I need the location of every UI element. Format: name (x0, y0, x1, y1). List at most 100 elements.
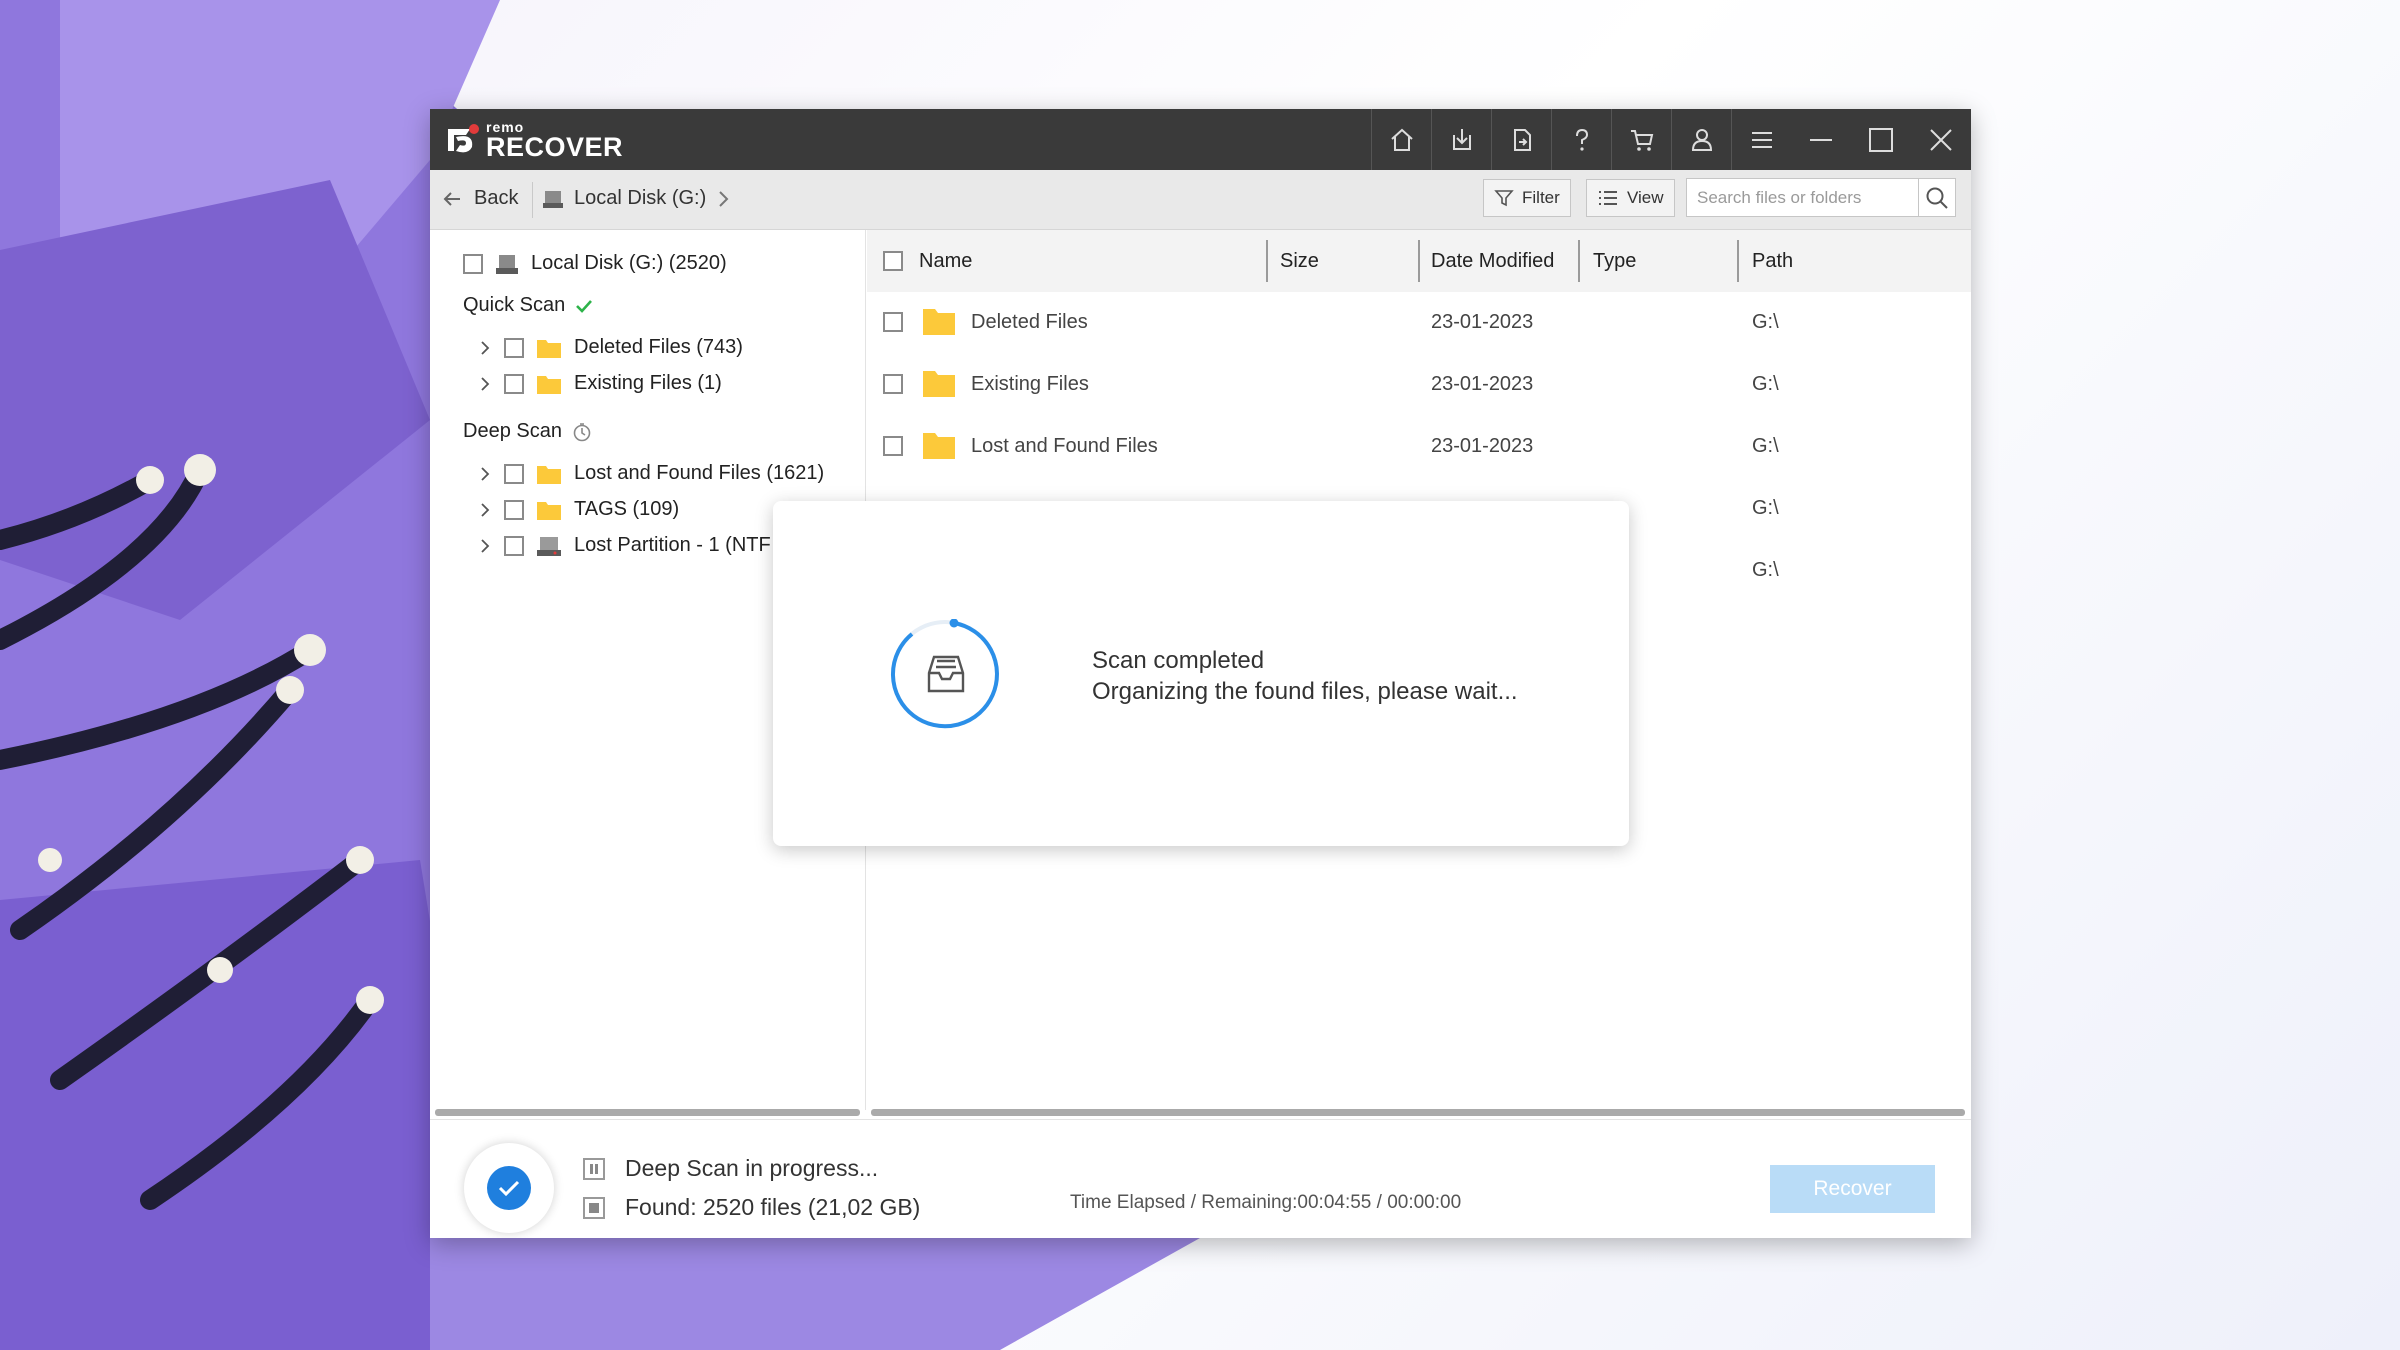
maximize-button[interactable] (1851, 109, 1911, 170)
column-type-label: Type (1593, 249, 1637, 272)
deep-scan-label: Deep Scan (463, 420, 562, 442)
app-logo: remo RECOVER (444, 117, 623, 163)
tree-item-tags[interactable]: TAGS (109) (474, 498, 679, 521)
close-button[interactable] (1911, 109, 1971, 170)
deep-scan-heading: Deep Scan (463, 420, 592, 443)
column-path-label: Path (1752, 249, 1794, 272)
cart-button[interactable] (1611, 109, 1671, 170)
column-divider[interactable] (1737, 240, 1739, 282)
found-value: 2520 files (21,02 GB) (703, 1194, 921, 1220)
tree-item-existing-files[interactable]: Existing Files (1) (474, 372, 722, 395)
chevron-right-icon (719, 190, 729, 207)
filter-icon (1494, 190, 1514, 207)
chevron-right-icon[interactable] (479, 502, 491, 518)
column-divider[interactable] (1418, 240, 1420, 282)
checkbox[interactable] (504, 499, 524, 520)
column-type[interactable]: Type (1593, 230, 1636, 292)
filter-button[interactable]: Filter (1483, 179, 1571, 217)
row-path: G:\ (1752, 558, 1779, 581)
breadcrumb-divider (532, 182, 533, 218)
search-input[interactable] (1695, 185, 1919, 211)
row-name: Existing Files (971, 372, 1089, 395)
folder-icon (537, 375, 561, 394)
row-name: Deleted Files (971, 310, 1088, 333)
dialog-title: Scan completed (1092, 647, 1265, 674)
checkbox[interactable] (463, 253, 483, 274)
checkbox[interactable] (504, 463, 524, 484)
home-button[interactable] (1371, 109, 1431, 170)
account-button[interactable] (1671, 109, 1731, 170)
chevron-right-icon[interactable] (479, 466, 491, 482)
minimize-icon (1810, 138, 1832, 141)
search-icon (1926, 187, 1948, 209)
tree-item-deleted-files[interactable]: Deleted Files (743) (474, 336, 743, 359)
table-header: Name Size Date Modified Type Path (867, 230, 1971, 292)
recover-button[interactable]: Recover (1770, 1165, 1935, 1213)
time-label: Time Elapsed / Remaining: (1070, 1192, 1298, 1213)
folder-icon (537, 501, 561, 520)
stop-icon (589, 1203, 599, 1213)
table-row[interactable]: Lost and Found Files 23-01-2023 G:\ (867, 415, 1971, 477)
tree-item-lost-partition[interactable]: Lost Partition - 1 (NTF (474, 534, 771, 557)
left-pane-scrollbar[interactable] (435, 1109, 860, 1116)
row-checkbox[interactable] (883, 436, 903, 456)
column-divider[interactable] (1266, 240, 1268, 282)
column-size[interactable]: Size (1280, 230, 1319, 292)
chevron-right-icon[interactable] (479, 538, 491, 554)
maximize-icon (1869, 127, 1893, 152)
row-date: 23-01-2023 (1431, 434, 1534, 457)
arrow-left-icon (443, 191, 460, 206)
back-button[interactable]: Back (442, 187, 518, 210)
save-session-button[interactable] (1431, 109, 1491, 170)
user-icon (1691, 128, 1712, 151)
checkbox[interactable] (504, 337, 524, 358)
chevron-right-icon[interactable] (479, 340, 491, 356)
chevron-right-icon[interactable] (479, 376, 491, 392)
search-button[interactable] (1918, 179, 1955, 216)
column-path[interactable]: Path (1752, 230, 1793, 292)
select-all-checkbox[interactable] (883, 251, 903, 271)
checkbox[interactable] (504, 373, 524, 394)
column-divider[interactable] (1578, 240, 1580, 282)
partition-drive-icon (537, 536, 561, 556)
column-date-modified[interactable]: Date Modified (1431, 230, 1554, 292)
tree-item-label: TAGS (109) (574, 498, 680, 520)
dialog-subtitle: Organizing the found files, please wait.… (1092, 678, 1518, 705)
column-name[interactable]: Name (919, 230, 972, 292)
folder-icon (537, 339, 561, 358)
load-session-button[interactable] (1491, 109, 1551, 170)
column-size-label: Size (1280, 249, 1319, 272)
time-readout: Time Elapsed / Remaining:00:04:55 / 00:0… (1070, 1192, 1461, 1214)
row-checkbox[interactable] (883, 374, 903, 394)
view-button[interactable]: View (1586, 179, 1675, 217)
row-checkbox[interactable] (883, 312, 903, 332)
tree-item-label: Deleted Files (743) (574, 336, 743, 358)
checkbox[interactable] (504, 535, 524, 556)
menu-button[interactable] (1731, 109, 1791, 170)
tree-root[interactable]: Local Disk (G:) (2520) (463, 252, 727, 275)
row-path: G:\ (1752, 496, 1779, 519)
checkmark-icon (498, 1180, 520, 1197)
minimize-button[interactable] (1791, 109, 1851, 170)
cart-icon (1630, 129, 1653, 151)
clock-icon (573, 422, 591, 441)
row-path: G:\ (1752, 372, 1779, 395)
row-name: Lost and Found Files (971, 434, 1158, 457)
table-row[interactable]: Existing Files 23-01-2023 G:\ (867, 353, 1971, 415)
column-name-label: Name (919, 249, 973, 272)
found-summary: Found: 2520 files (21,02 GB) (625, 1194, 920, 1221)
quick-scan-heading: Quick Scan (463, 294, 593, 317)
pause-button[interactable] (583, 1158, 605, 1180)
breadcrumb[interactable]: Local Disk (G:) (542, 187, 730, 210)
tree-item-label: Lost Partition - 1 (NTF (574, 534, 771, 556)
tree-root-label: Local Disk (G:) (2520) (531, 252, 727, 274)
drive-icon (543, 190, 563, 208)
table-row[interactable]: Deleted Files 23-01-2023 G:\ (867, 291, 1971, 353)
status-bar: Deep Scan in progress... Found: 2520 fil… (430, 1119, 1971, 1238)
found-label: Found: (625, 1194, 697, 1220)
stop-button[interactable] (583, 1197, 605, 1219)
load-session-icon (1513, 128, 1531, 151)
help-button[interactable] (1551, 109, 1611, 170)
right-pane-scrollbar[interactable] (871, 1109, 1965, 1116)
tree-item-lost-found[interactable]: Lost and Found Files (1621) (474, 462, 824, 485)
